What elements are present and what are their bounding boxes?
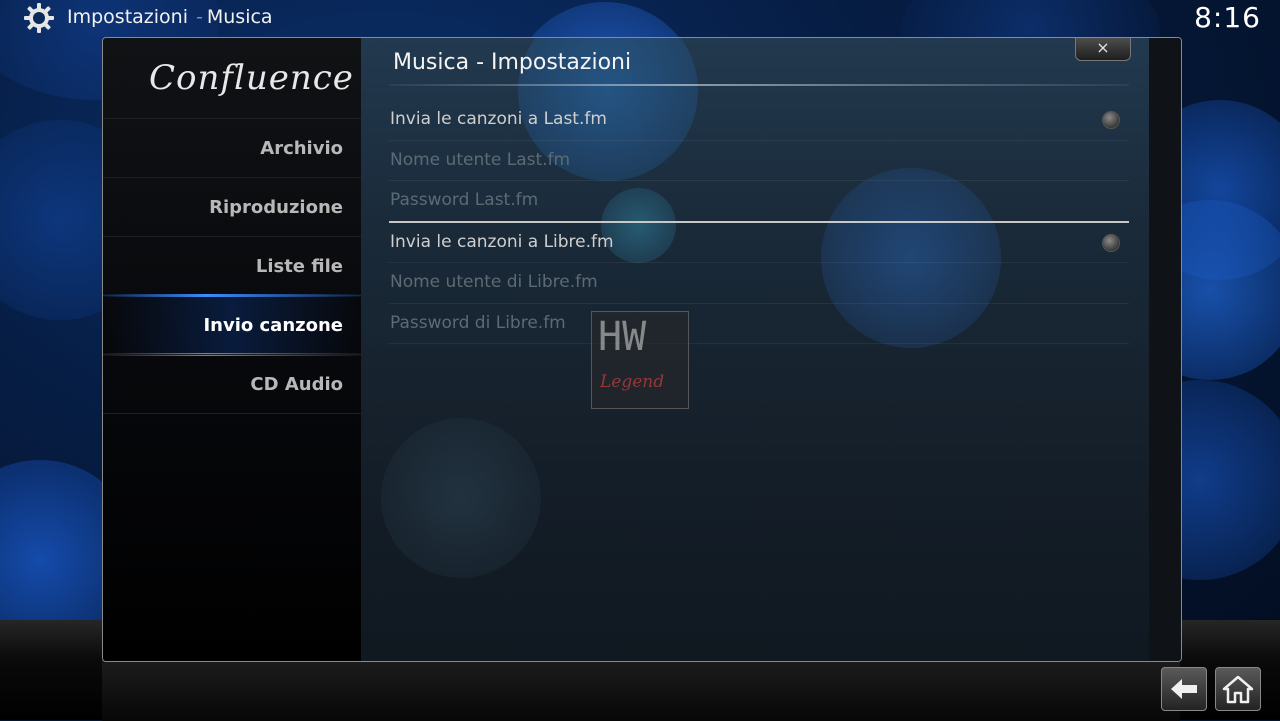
sidebar-item-label: Archivio <box>260 138 343 159</box>
sidebar-item-liste-file[interactable]: Liste file <box>103 236 361 295</box>
setting-label: Invia le canzoni a Libre.fm <box>390 231 614 252</box>
watermark-logo: HW Legend <box>591 311 689 409</box>
setting-lastfm-submit[interactable]: Invia le canzoni a Last.fm <box>389 100 1129 141</box>
dialog-edge <box>1149 38 1181 661</box>
bottom-panel <box>102 660 1180 721</box>
sidebar-item-archivio[interactable]: Archivio <box>103 118 361 177</box>
gear-icon <box>23 2 55 34</box>
radio-toggle[interactable] <box>1103 112 1119 128</box>
bokeh-light <box>381 418 541 578</box>
nav-divider <box>103 413 361 414</box>
settings-list: Invia le canzoni a Last.fm Nome utente L… <box>389 100 1129 344</box>
setting-label: Password di Libre.fm <box>390 312 566 333</box>
sidebar-item-cd-audio[interactable]: CD Audio <box>103 354 361 413</box>
breadcrumb-separator: - <box>196 6 203 28</box>
setting-librefm-username: Nome utente di Libre.fm <box>389 263 1129 304</box>
sidebar-item-label: CD Audio <box>250 374 343 395</box>
home-icon <box>1222 675 1254 704</box>
setting-label: Nome utente di Libre.fm <box>390 272 598 292</box>
breadcrumb: Impostazioni - Musica <box>67 6 273 28</box>
sidebar: Confluence Archivio Riproduzione Liste f… <box>103 38 361 661</box>
sidebar-item-label: Riproduzione <box>209 197 343 218</box>
setting-label: Invia le canzoni a Last.fm <box>390 109 607 129</box>
sidebar-item-label: Invio canzone <box>203 315 343 336</box>
close-button[interactable]: × <box>1075 38 1131 61</box>
watermark-text: Legend <box>600 372 665 392</box>
settings-content: Musica - Impostazioni Invia le canzoni a… <box>361 38 1149 661</box>
breadcrumb-section: Impostazioni <box>67 6 188 28</box>
confluence-logo: Confluence <box>149 58 354 98</box>
sidebar-item-invio-canzone[interactable]: Invio canzone <box>103 294 361 356</box>
setting-librefm-submit[interactable]: Invia le canzoni a Libre.fm <box>389 223 1129 263</box>
setting-lastfm-username: Nome utente Last.fm <box>389 141 1129 181</box>
setting-label: Nome utente Last.fm <box>390 149 571 170</box>
back-arrow-icon <box>1171 679 1197 699</box>
sidebar-item-riproduzione[interactable]: Riproduzione <box>103 177 361 236</box>
clock: 8:16 <box>1194 1 1261 34</box>
setting-lastfm-password: Password Last.fm <box>389 181 1129 223</box>
breadcrumb-subsection: Musica <box>206 6 273 28</box>
setting-label: Password Last.fm <box>390 190 539 210</box>
sidebar-item-label: Liste file <box>255 256 343 277</box>
top-header: Impostazioni - Musica 8:16 <box>0 0 1280 36</box>
page-title: Musica - Impostazioni <box>393 50 632 75</box>
watermark-text: HW <box>598 314 647 360</box>
setting-librefm-password: Password di Libre.fm <box>389 304 1129 344</box>
sidebar-nav: Archivio Riproduzione Liste file Invio c… <box>103 118 361 414</box>
home-button[interactable] <box>1215 667 1261 711</box>
title-divider <box>389 84 1129 86</box>
radio-toggle[interactable] <box>1103 234 1119 251</box>
back-button[interactable] <box>1161 667 1207 711</box>
